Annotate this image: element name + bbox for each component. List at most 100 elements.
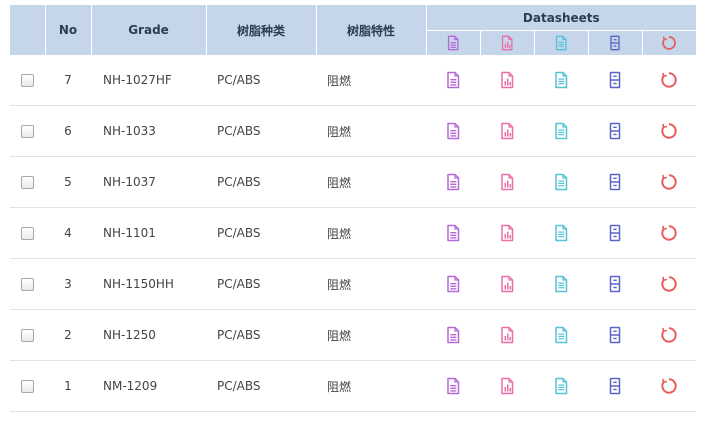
chart-document-icon[interactable] [498,326,516,344]
ring-icon[interactable] [660,173,678,191]
chart-document-icon[interactable] [498,122,516,140]
tds-icon[interactable] [444,224,462,242]
file-cabinet-icon[interactable] [606,173,624,191]
tds-icon[interactable] [444,326,462,344]
grade-cell: NH-1150HH [91,258,206,310]
datasheet-cell [534,309,588,361]
select-cell [10,55,45,106]
datasheet-cell [642,207,697,259]
grade-cell: NM-1209 [91,360,206,412]
ring-icon[interactable] [660,326,678,344]
tds-icon[interactable] [444,275,462,293]
file-cabinet-icon[interactable] [606,71,624,89]
datasheet-cell [480,105,534,157]
file-cabinet-icon[interactable] [606,122,624,140]
header-grade: Grade [90,5,206,55]
tds-icon[interactable] [444,377,462,395]
chart-document-icon[interactable] [498,224,516,242]
header-doc-icon [533,30,588,55]
row-number: 2 [45,309,91,361]
header-chart-icon [479,30,534,55]
row-checkbox[interactable] [21,329,34,342]
document-icon [553,35,569,51]
ring-icon[interactable] [660,122,678,140]
datasheet-cell [642,55,697,106]
table-row: 7 NH-1027HF PC/ABS 阻燃 [10,55,697,106]
ring-icon[interactable] [660,377,678,395]
file-cabinet-icon[interactable] [606,377,624,395]
chart-document-icon [499,35,515,51]
chart-document-icon[interactable] [498,71,516,89]
document-icon[interactable] [552,71,570,89]
header-ring-icon [641,30,697,55]
row-checkbox[interactable] [21,278,34,291]
resin-type-cell: PC/ABS [206,207,316,259]
datasheet-cell [480,207,534,259]
tds-icon[interactable] [444,122,462,140]
document-icon[interactable] [552,326,570,344]
table-row: 4 NH-1101 PC/ABS 阻燃 [10,207,697,259]
datasheet-cell [588,156,642,208]
grade-cell: NH-1101 [91,207,206,259]
chart-document-icon[interactable] [498,377,516,395]
chart-document-icon[interactable] [498,173,516,191]
datasheet-cell [534,207,588,259]
datasheet-cell [534,360,588,412]
row-number: 1 [45,360,91,412]
select-cell [10,207,45,259]
row-checkbox[interactable] [21,125,34,138]
grade-table: No Grade 树脂种类 树脂特性 Datasheets 7 NH-1027H… [10,5,697,412]
datasheet-cell [426,156,480,208]
resin-property-cell: 阻燃 [316,360,426,412]
ring-icon[interactable] [660,71,678,89]
file-cabinet-icon [607,35,623,51]
row-number: 7 [45,55,91,106]
row-checkbox[interactable] [21,74,34,87]
document-icon[interactable] [552,275,570,293]
datasheet-cell [480,360,534,412]
datasheet-cell [534,156,588,208]
row-checkbox[interactable] [21,227,34,240]
resin-property-cell: 阻燃 [316,156,426,208]
datasheet-cell [426,258,480,310]
tds-icon[interactable] [444,71,462,89]
row-checkbox[interactable] [21,380,34,393]
datasheet-cell [480,55,534,106]
datasheet-cell [588,360,642,412]
chart-document-icon[interactable] [498,275,516,293]
file-cabinet-icon[interactable] [606,275,624,293]
resin-property-cell: 阻燃 [316,105,426,157]
document-icon[interactable] [552,122,570,140]
datasheet-cell [480,156,534,208]
row-checkbox[interactable] [21,176,34,189]
resin-type-cell: PC/ABS [206,156,316,208]
resin-property-cell: 阻燃 [316,55,426,106]
table-row: 6 NH-1033 PC/ABS 阻燃 [10,105,697,157]
select-cell [10,309,45,361]
file-cabinet-icon[interactable] [606,326,624,344]
datasheet-cell [642,360,697,412]
resin-type-cell: PC/ABS [206,360,316,412]
ring-icon [661,35,677,51]
datasheet-cell [588,105,642,157]
ring-icon[interactable] [660,224,678,242]
resin-type-cell: PC/ABS [206,55,316,106]
datasheet-cell [588,55,642,106]
grade-cell: NH-1250 [91,309,206,361]
document-icon[interactable] [552,173,570,191]
tds-icon [445,35,461,51]
tds-icon[interactable] [444,173,462,191]
grade-cell: NH-1037 [91,156,206,208]
header-cabinet-icon [587,30,642,55]
document-icon[interactable] [552,377,570,395]
resin-property-cell: 阻燃 [316,309,426,361]
document-icon[interactable] [552,224,570,242]
datasheet-cell [426,105,480,157]
resin-property-cell: 阻燃 [316,258,426,310]
table-row: 2 NH-1250 PC/ABS 阻燃 [10,309,697,361]
select-cell [10,156,45,208]
ring-icon[interactable] [660,275,678,293]
datasheet-cell [426,309,480,361]
file-cabinet-icon[interactable] [606,224,624,242]
resin-property-cell: 阻燃 [316,207,426,259]
